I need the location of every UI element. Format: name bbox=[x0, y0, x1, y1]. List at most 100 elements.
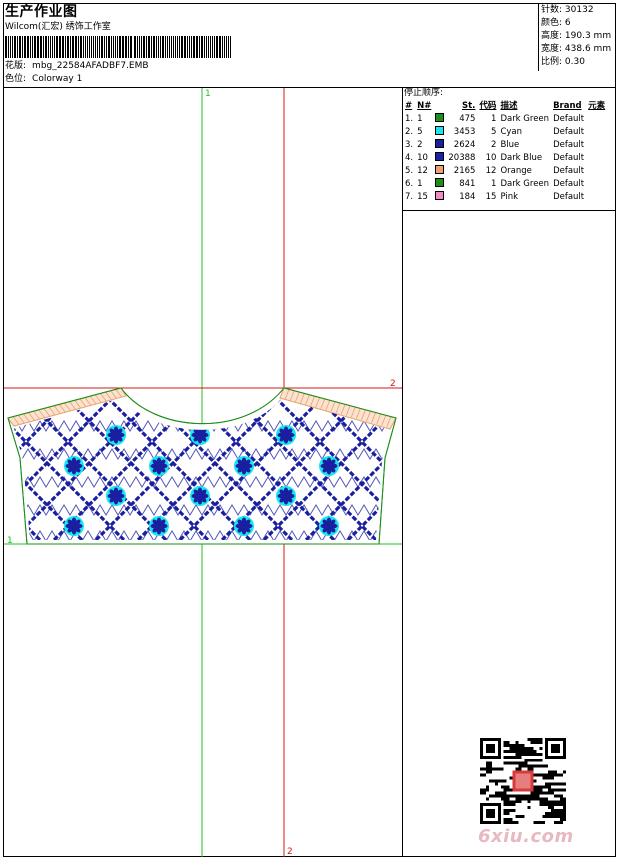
row-element bbox=[586, 152, 607, 165]
flower-center bbox=[70, 522, 78, 530]
barcode-bar bbox=[122, 36, 124, 58]
qr-module bbox=[527, 758, 531, 762]
qr-module bbox=[521, 752, 525, 756]
row-element bbox=[586, 191, 607, 204]
qr-module bbox=[551, 782, 555, 786]
qr-module bbox=[506, 821, 510, 824]
qr-module bbox=[494, 779, 498, 783]
qr-module bbox=[527, 794, 531, 798]
qr-module bbox=[560, 821, 564, 824]
qr-module bbox=[560, 797, 564, 801]
qr-module bbox=[539, 773, 543, 777]
stat-width: 宽度: 438.6 mm bbox=[539, 43, 617, 56]
qr-module bbox=[509, 746, 513, 750]
qr-module bbox=[524, 746, 528, 750]
qr-module bbox=[488, 761, 492, 765]
barcode-bar bbox=[10, 36, 11, 58]
stop-row: 2. 5 3453 5 Cyan Default bbox=[403, 126, 607, 139]
qr-module bbox=[542, 815, 546, 819]
qr-module bbox=[560, 782, 564, 786]
row-code: 15 bbox=[485, 192, 497, 202]
barcode-bar bbox=[67, 36, 69, 58]
qr-module bbox=[545, 782, 549, 786]
stats-panel: 针数: 30132 颜色: 6 高度: 190.3 mm 宽度: 438.6 m… bbox=[538, 4, 617, 71]
row-description: Dark Blue bbox=[500, 153, 543, 163]
qr-module bbox=[515, 800, 519, 804]
barcode-bar bbox=[137, 36, 138, 58]
qr-module bbox=[554, 800, 558, 804]
qr-module bbox=[482, 788, 486, 792]
barcode-bar bbox=[56, 36, 58, 58]
lattice-line bbox=[4, 378, 6, 548]
barcode-bar bbox=[219, 36, 221, 58]
barcode-bar bbox=[14, 36, 16, 58]
qr-module bbox=[527, 752, 531, 756]
qr-module bbox=[554, 782, 558, 786]
barcode-bar bbox=[108, 36, 110, 58]
qr-module bbox=[551, 803, 555, 807]
row-swatch bbox=[433, 139, 446, 152]
barcode-bar bbox=[75, 36, 77, 58]
barcode-bar bbox=[12, 36, 13, 58]
qr-module bbox=[554, 794, 558, 798]
qr-module bbox=[497, 767, 501, 771]
row-brand: Default bbox=[553, 192, 585, 202]
qr-module bbox=[503, 743, 507, 747]
qr-finder-core bbox=[485, 809, 495, 819]
qr-module bbox=[485, 761, 489, 765]
row-description: Cyan bbox=[500, 127, 522, 137]
stat-colors-label: 颜色: bbox=[541, 18, 563, 28]
barcode-bar bbox=[106, 36, 107, 58]
barcode-bar bbox=[226, 36, 227, 58]
stop-sequence-table: # N# St. 代码 描述 Brand 元素 1. 1 475 1 Dark Gree… bbox=[403, 100, 607, 204]
qr-module bbox=[515, 797, 519, 801]
qr-module bbox=[506, 740, 510, 744]
row-needle: 5 bbox=[417, 127, 423, 137]
barcode-bar bbox=[30, 36, 31, 58]
qr-module bbox=[536, 821, 540, 824]
barcode-bar bbox=[54, 36, 55, 58]
qr-module bbox=[506, 755, 510, 759]
barcode-bar bbox=[89, 36, 90, 58]
qr-module bbox=[539, 740, 543, 744]
qr-module bbox=[533, 794, 537, 798]
qr-module bbox=[515, 821, 519, 824]
lattice-line bbox=[4, 378, 6, 548]
barcode-bar bbox=[167, 36, 168, 58]
stop-table-divider bbox=[402, 210, 616, 211]
qr-module bbox=[509, 818, 513, 822]
row-index: 2. bbox=[405, 127, 414, 137]
qr-module bbox=[521, 749, 525, 753]
qr-module bbox=[551, 815, 555, 819]
qr-module bbox=[482, 791, 486, 795]
barcode-bar bbox=[139, 36, 140, 58]
qr-module bbox=[530, 740, 534, 744]
qr-module bbox=[515, 794, 519, 798]
qr-module bbox=[515, 755, 519, 759]
col-description: 描述 bbox=[500, 101, 518, 111]
barcode-bar bbox=[87, 36, 88, 58]
barcode-bar bbox=[204, 36, 205, 58]
qr-module bbox=[533, 785, 537, 789]
barcode-bar bbox=[52, 36, 53, 58]
flower-motif bbox=[64, 456, 84, 476]
qr-module bbox=[515, 761, 519, 765]
qr-module bbox=[503, 818, 507, 822]
qr-module bbox=[554, 812, 558, 816]
qr-module bbox=[557, 794, 561, 798]
barcode-bar bbox=[230, 36, 231, 58]
stat-colors: 颜色: 6 bbox=[539, 17, 617, 30]
qr-module bbox=[485, 788, 489, 792]
qr-module bbox=[536, 758, 540, 762]
qr-module bbox=[545, 812, 549, 816]
barcode-bar bbox=[93, 36, 94, 58]
qr-module bbox=[518, 755, 522, 759]
qr-module bbox=[524, 761, 528, 765]
flower-center bbox=[325, 522, 333, 530]
barcode-bar bbox=[165, 36, 166, 58]
row-swatch bbox=[433, 152, 446, 165]
barcode-bar bbox=[141, 36, 142, 58]
qr-module bbox=[497, 779, 501, 783]
color-swatch bbox=[435, 139, 445, 148]
qr-module bbox=[563, 809, 566, 813]
